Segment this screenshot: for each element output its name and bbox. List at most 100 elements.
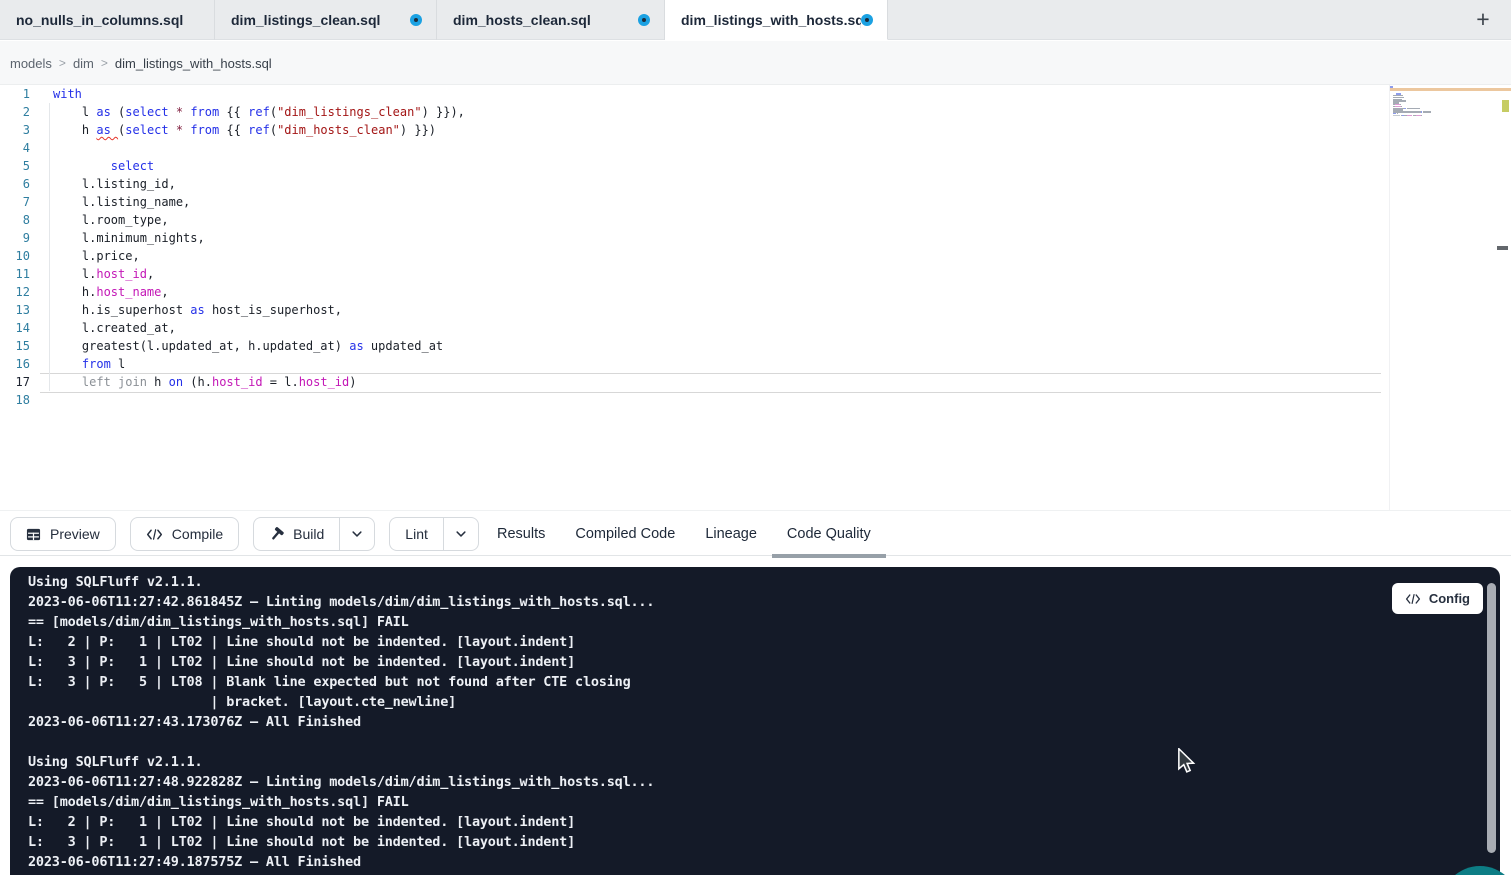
line-number: 13: [0, 301, 30, 319]
code-line[interactable]: 14 l.created_at,: [0, 319, 1380, 337]
code-token: host_id: [96, 267, 147, 281]
panel-tab-results[interactable]: Results: [482, 511, 560, 556]
code-token: as: [96, 123, 118, 137]
panel-tab-code-quality[interactable]: Code Quality: [772, 511, 886, 556]
compile-button[interactable]: Compile: [130, 517, 239, 551]
modified-indicator-icon: [638, 14, 650, 26]
code-text: l.listing_name,: [53, 193, 190, 211]
code-token: (: [270, 105, 277, 119]
chevron-down-icon: [350, 527, 364, 541]
code-icon: [1405, 593, 1421, 605]
code-text: greatest(l.updated_at, h.updated_at) as …: [53, 337, 443, 355]
code-line[interactable]: 1with: [0, 85, 1380, 103]
line-number: 1: [0, 85, 30, 103]
code-text: l.listing_id,: [53, 175, 176, 193]
terminal-line: [28, 732, 1470, 752]
action-buttons: Preview Compile Build Lint: [10, 517, 479, 551]
config-button[interactable]: Config: [1392, 583, 1483, 614]
tab-dim_listings_clean-sql[interactable]: dim_listings_clean.sql: [215, 0, 437, 40]
code-icon: [146, 528, 163, 541]
modified-indicator-icon: [410, 14, 422, 26]
breadcrumb-segment[interactable]: dim_listings_with_hosts.sql: [115, 56, 272, 71]
line-number: 15: [0, 337, 30, 355]
line-number: 6: [0, 175, 30, 193]
button-label: Build: [293, 526, 324, 542]
code-text: from l: [53, 355, 125, 373]
panel-tab-compiled-code[interactable]: Compiled Code: [560, 511, 690, 556]
code-token: select: [125, 123, 168, 137]
code-line[interactable]: 10 l.price,: [0, 247, 1380, 265]
line-number: 8: [0, 211, 30, 229]
terminal-scrollbar[interactable]: [1487, 583, 1496, 853]
code-token: from: [190, 105, 219, 119]
code-line[interactable]: 11 l.host_id,: [0, 265, 1380, 283]
build-button[interactable]: Build: [253, 517, 339, 551]
lint-dropdown-button[interactable]: [443, 517, 479, 551]
tab-dim_listings_with_hosts-sql[interactable]: dim_listings_with_hosts.sql: [665, 0, 888, 40]
panel-tabs: ResultsCompiled CodeLineageCode Quality: [482, 511, 886, 556]
hammer-icon: [269, 527, 284, 542]
code-line[interactable]: 18: [0, 391, 1380, 409]
config-button-label: Config: [1429, 591, 1470, 606]
code-line[interactable]: 5 select: [0, 157, 1380, 175]
tab-no_nulls_in_columns-sql[interactable]: no_nulls_in_columns.sql: [0, 0, 215, 40]
minimap-lint-highlight: [1390, 88, 1511, 91]
code-line[interactable]: 4: [0, 139, 1380, 157]
code-token: left join: [82, 375, 147, 389]
line-number: 3: [0, 121, 30, 139]
lint-button-group: Lint: [389, 517, 479, 551]
code-line[interactable]: 3 h as (select * from {{ ref("dim_hosts_…: [0, 121, 1380, 139]
preview-button[interactable]: Preview: [10, 517, 116, 551]
modified-indicator-icon: [861, 14, 873, 26]
panel-tab-lineage[interactable]: Lineage: [690, 511, 772, 556]
code-token: [53, 375, 82, 389]
code-token: from: [190, 123, 219, 137]
code-text: h as (select * from {{ ref("dim_hosts_cl…: [53, 121, 436, 139]
code-text: l.created_at,: [53, 319, 176, 337]
code-line[interactable]: 2 l as (select * from {{ ref("dim_listin…: [0, 103, 1380, 121]
breadcrumb-separator: >: [101, 56, 108, 70]
code-token: ,: [161, 285, 168, 299]
code-text: left join h on (h.host_id = l.host_id): [53, 373, 357, 391]
code-token: [169, 123, 176, 137]
button-label: Preview: [50, 526, 100, 542]
lint-button[interactable]: Lint: [389, 517, 443, 551]
breadcrumb-segment[interactable]: dim: [73, 56, 94, 71]
code-line[interactable]: 15 greatest(l.updated_at, h.updated_at) …: [0, 337, 1380, 355]
code-token: host_is_superhost,: [205, 303, 342, 317]
tab-label: dim_listings_with_hosts.sql: [681, 12, 861, 28]
breadcrumb: models>dim>dim_listings_with_hosts.sql: [10, 41, 272, 85]
code-line[interactable]: 6 l.listing_id,: [0, 175, 1380, 193]
code-line[interactable]: 17 left join h on (h.host_id = l.host_id…: [0, 373, 1380, 391]
terminal-panel[interactable]: Using SQLFluff v2.1.1.2023-06-06T11:27:4…: [10, 567, 1500, 875]
code-line[interactable]: 7 l.listing_name,: [0, 193, 1380, 211]
compile-button-group: Compile: [130, 517, 239, 551]
build-dropdown-button[interactable]: [339, 517, 375, 551]
new-tab-button[interactable]: +: [1469, 4, 1497, 34]
terminal-line: L: 2 | P: 1 | LT02 | Line should not be …: [28, 812, 1470, 832]
code-token: (: [111, 105, 125, 119]
editor-scrollbar-marker[interactable]: [1497, 246, 1508, 250]
code-token: "dim_hosts_clean": [277, 123, 400, 137]
code-editor[interactable]: 1with2 l as (select * from {{ ref("dim_l…: [0, 85, 1511, 510]
code-line[interactable]: 13 h.is_superhost as host_is_superhost,: [0, 301, 1380, 319]
code-line[interactable]: 16 from l: [0, 355, 1380, 373]
code-line[interactable]: 8 l.room_type,: [0, 211, 1380, 229]
header-bar: models>dim>dim_listings_with_hosts.sql S…: [0, 41, 1511, 85]
code-token: h.: [53, 285, 96, 299]
code-token: l.minimum_nights,: [53, 231, 205, 245]
code-token: l.listing_id,: [53, 177, 176, 191]
line-number: 18: [0, 391, 30, 409]
code-line[interactable]: 12 h.host_name,: [0, 283, 1380, 301]
terminal-line: 2023-06-06T11:27:42.861845Z — Linting mo…: [28, 592, 1470, 612]
code-token: l.: [53, 267, 96, 281]
minimap[interactable]: [1389, 85, 1500, 510]
code-line[interactable]: 9 l.minimum_nights,: [0, 229, 1380, 247]
breadcrumb-segment[interactable]: models: [10, 56, 52, 71]
code-token: host_id: [212, 375, 263, 389]
terminal-line: 2023-06-06T11:27:48.922828Z — Linting mo…: [28, 772, 1470, 792]
code-token: select: [125, 105, 168, 119]
code-token: [53, 357, 82, 371]
code-token: ): [349, 375, 356, 389]
tab-dim_hosts_clean-sql[interactable]: dim_hosts_clean.sql: [437, 0, 665, 40]
